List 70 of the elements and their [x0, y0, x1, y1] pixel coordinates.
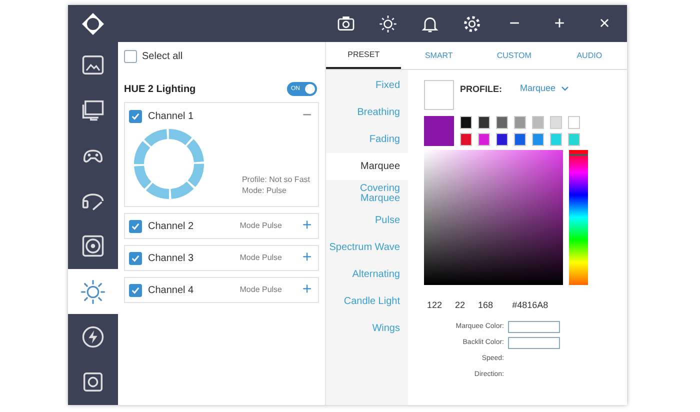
- chevron-down-icon: [560, 86, 569, 92]
- device-name: HUE 2 Lighting: [124, 82, 196, 96]
- color-swatch[interactable]: [460, 116, 472, 129]
- rgb-value: 122: [427, 299, 442, 312]
- color-swatch[interactable]: [532, 116, 544, 129]
- color-picker-area[interactable]: [424, 150, 563, 285]
- current-color-swatch: [424, 116, 454, 146]
- hue-slider-thumb[interactable]: [569, 154, 588, 156]
- preset-item[interactable]: Marquee: [326, 153, 408, 180]
- channel-name: Channel 3: [148, 252, 194, 266]
- select-all-label: Select all: [142, 50, 183, 64]
- led-ring-drawing: [133, 128, 205, 200]
- expand-button[interactable]: +: [300, 250, 314, 266]
- rgb-value: 168: [478, 299, 494, 312]
- preset-item[interactable]: Spectrum Wave: [326, 234, 408, 261]
- hue-slider[interactable]: [569, 150, 588, 285]
- profile-preview: [424, 80, 454, 110]
- checkbox[interactable]: [124, 50, 137, 62]
- profile-text: Profile: Not so Fast: [242, 174, 310, 185]
- mode-text: Mode Pulse: [240, 252, 282, 264]
- color-input-field[interactable]: [508, 321, 560, 333]
- tab[interactable]: CUSTOM: [476, 42, 552, 69]
- checkbox[interactable]: [129, 284, 142, 296]
- mode-text: Mode: Pulse: [242, 185, 288, 196]
- channel-name: Channel 1: [148, 110, 194, 124]
- collapse-button[interactable]: −: [300, 108, 314, 124]
- color-swatch[interactable]: [478, 133, 490, 146]
- checkbox[interactable]: [129, 252, 142, 264]
- hex-value: #4816A8: [512, 299, 548, 312]
- checkbox[interactable]: [129, 110, 142, 122]
- channel-name: Channel 2: [148, 220, 194, 234]
- preset-item[interactable]: Pulse: [326, 207, 408, 234]
- preset-item[interactable]: Covering Marquee: [326, 180, 408, 207]
- preset-item[interactable]: Fixed: [326, 72, 408, 99]
- color-swatch[interactable]: [514, 133, 526, 146]
- profile-label: PROFILE:: [460, 83, 502, 96]
- preset-item[interactable]: Candle Light: [326, 288, 408, 315]
- checkbox[interactable]: [129, 220, 142, 232]
- color-input-field[interactable]: [508, 337, 560, 349]
- settings-icon[interactable]: [462, 14, 482, 34]
- preset-item[interactable]: Alternating: [326, 261, 408, 288]
- preset-item[interactable]: Fading: [326, 126, 408, 153]
- expand-button[interactable]: +: [300, 282, 314, 298]
- color-swatch[interactable]: [478, 116, 490, 129]
- color-swatch[interactable]: [532, 133, 544, 146]
- preset-item[interactable]: Breathing: [326, 99, 408, 126]
- lightning-icon[interactable]: [80, 324, 106, 350]
- expand-button[interactable]: +: [300, 218, 314, 234]
- rgb-value: 22: [455, 299, 466, 312]
- color-swatch[interactable]: [496, 116, 508, 129]
- preset-item[interactable]: Wings: [326, 315, 408, 342]
- color-swatch[interactable]: [514, 116, 526, 129]
- maximize-button[interactable]: +: [537, 5, 582, 42]
- color-swatch[interactable]: [496, 133, 508, 146]
- tab[interactable]: SMART: [401, 42, 476, 69]
- color-swatch[interactable]: [550, 116, 562, 129]
- channel-name: Channel 4: [148, 284, 194, 298]
- profile-dropdown[interactable]: Marquee: [520, 82, 569, 96]
- color-swatch[interactable]: [550, 133, 562, 146]
- fan-icon[interactable]: [80, 233, 106, 260]
- color-swatch[interactable]: [568, 116, 580, 129]
- camera-icon[interactable]: [336, 14, 356, 34]
- color-swatch[interactable]: [460, 133, 472, 146]
- minimize-button[interactable]: −: [492, 5, 537, 42]
- close-button[interactable]: ×: [582, 5, 627, 42]
- mode-text: Mode Pulse: [240, 284, 282, 296]
- color-swatch[interactable]: [568, 133, 580, 146]
- logo-icon: [81, 12, 105, 36]
- mode-text: Mode Pulse: [240, 220, 282, 232]
- tab[interactable]: AUDIO: [552, 42, 627, 69]
